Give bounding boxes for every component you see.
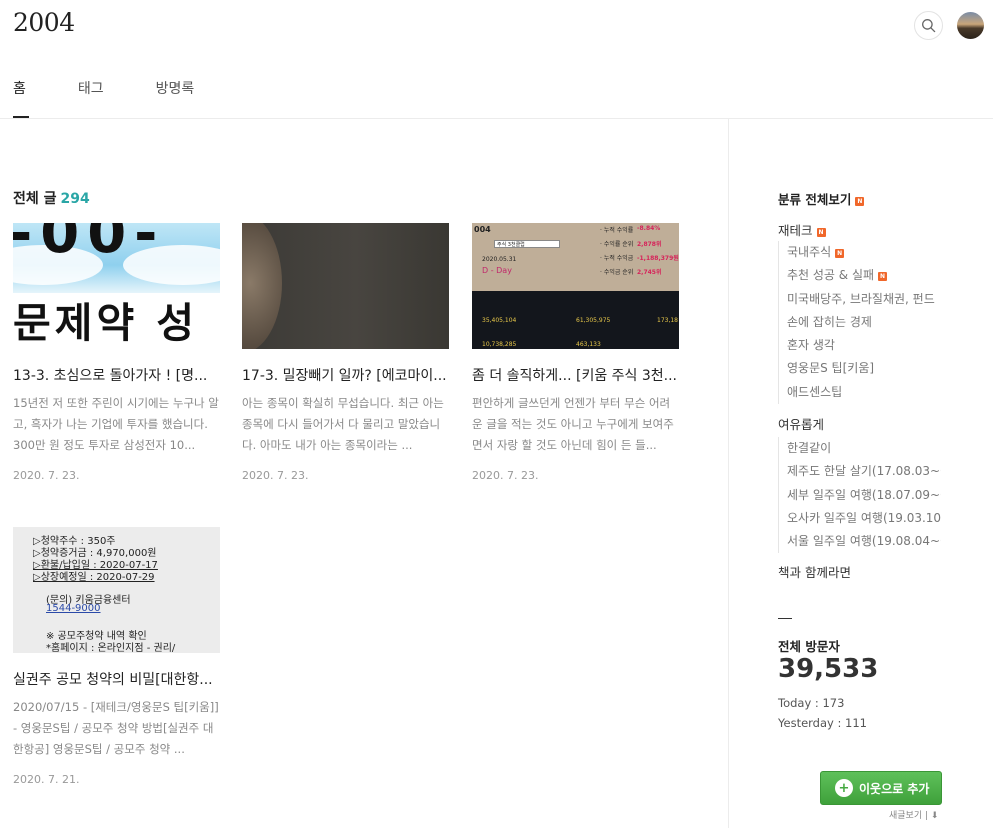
category-all-label: 분류 전체보기 [778, 192, 852, 207]
category-item[interactable]: 영웅문S 팁[키움] [779, 357, 941, 380]
category-item[interactable]: 서울 일주일 여행(19.08.04~0.. [779, 530, 941, 553]
thumb-row-label: · 누적 수익금 [600, 255, 634, 262]
post-summary[interactable]: 15년전 저 또한 주린이 시기에는 누구나 알고, 흑자가 나는 기업에 투자… [13, 393, 220, 456]
search-button[interactable] [914, 11, 943, 40]
category-group-books[interactable]: 책과 함께라면 [778, 562, 851, 581]
post-summary[interactable]: 편안하게 글쓰던게 언젠가 부터 무슨 어려운 글을 적는 것도 아니고 누구에… [472, 393, 679, 456]
thumb-date: 2020.05.31 [482, 256, 517, 263]
category-item-label: 국내주식 [787, 245, 832, 259]
category-item[interactable]: 추천 성공 & 실패 N [779, 264, 941, 287]
subscribe-link[interactable]: 새글보기 | ⬇ [889, 808, 938, 821]
tab-divider [0, 118, 993, 119]
category-item[interactable]: 세부 일주일 여행(18.07.09~0.. [779, 484, 941, 507]
category-item[interactable]: 국내주식 N [779, 241, 941, 264]
thumb-row-label: · 누적 수익률 [600, 227, 634, 234]
post-date: 2020. 7. 23. [242, 469, 309, 482]
post-thumbnail[interactable]: ▷청약주수 : 350주 ▷청약증거금 : 4,970,000원 ▷환불/납입일… [13, 527, 220, 653]
post-date: 2020. 7. 23. [13, 469, 80, 482]
post-summary[interactable]: 아는 종목이 확실히 무섭습니다. 최근 아는 종목에 다시 들어가서 다 물리… [242, 393, 449, 456]
category-item[interactable]: 미국배당주, 브라질채권, 펀드 [779, 288, 941, 311]
category-item[interactable]: 애드센스팁 [779, 381, 941, 404]
site-title[interactable]: 2004 [13, 8, 75, 37]
post-thumbnail[interactable]: 004 주식 3천클럽 2020.05.31 D - Day · 누적 수익률 … [472, 223, 679, 349]
tab-home[interactable]: 홈 [13, 78, 29, 118]
thumb-year: 004 [474, 225, 491, 234]
visitor-label: 전체 방문자 [778, 639, 840, 654]
visitor-yesterday: Yesterday : 111 [778, 716, 867, 730]
category-item[interactable]: 혼자 생각 [779, 334, 941, 357]
add-person-icon: + [835, 779, 853, 797]
category-group-leisure[interactable]: 여유롭게 [778, 414, 824, 433]
post-title[interactable]: 13-3. 초심으로 돌아가자 ! [명... [13, 365, 220, 385]
post-summary[interactable]: 2020/07/15 - [재테크/영웅문S 팁[키움]] - 영웅문S팁 / … [13, 697, 220, 760]
thumb-value: 61,305,975 [576, 317, 611, 324]
category-group-label: 재테크 [778, 223, 813, 238]
post-thumbnail[interactable] [242, 223, 449, 349]
tab-guestbook[interactable]: 방명록 [156, 78, 195, 118]
category-all-link[interactable]: 분류 전체보기 N [778, 189, 865, 208]
thumb-dday: D - Day [482, 266, 512, 275]
thumb-row-label: · 수익률 순위 [600, 241, 634, 248]
search-icon [922, 19, 936, 33]
post-thumbnail[interactable]: -00- 문제약 성 [13, 223, 220, 349]
thumb-value: 173,18 [657, 317, 678, 324]
thumb-row-value: -1,188,379원 [637, 255, 679, 262]
post-title[interactable]: 17-3. 밀장빼기 일까? [에코마이... [242, 365, 449, 385]
category-sublist: 국내주식 N 추천 성공 & 실패 N 미국배당주, 브라질채권, 펀드 손에 잡히… [778, 241, 941, 405]
tab-tags[interactable]: 태그 [78, 78, 104, 118]
thumb-row-value: 2,745위 [637, 269, 662, 276]
add-neighbor-button[interactable]: + 이웃으로 추가 [820, 771, 942, 805]
category-sublist: 한결같이 제주도 한달 살기(17.08.03~0.. 세부 일주일 여행(18… [778, 437, 941, 554]
new-badge: N [835, 249, 845, 258]
post-title[interactable]: 실권주 공모 청약의 비밀[대한항... [13, 669, 220, 689]
thumb-value: 35,405,104 [482, 317, 517, 324]
thumb-select-label: 주식 3천클럽 [497, 242, 525, 248]
category-item[interactable]: 제주도 한달 살기(17.08.03~0.. [779, 460, 941, 483]
thumb-row-value: 2,878위 [637, 241, 662, 248]
visitor-divider [778, 618, 792, 619]
category-item[interactable]: 오사카 일주일 여행(19.03.10.. [779, 507, 941, 530]
thumb-line: 1544-9000 [46, 603, 101, 614]
thumb-value: 463,133 [576, 341, 601, 348]
thumb-dark-panel: 35,405,104 61,305,975 173,18 10,738,285 … [472, 291, 679, 349]
category-item[interactable]: 한결같이 [779, 437, 941, 460]
main-tabs: 홈 태그 방명록 [13, 78, 246, 119]
category-group-finance[interactable]: 재테크 N [778, 220, 826, 239]
visitor-today: Today : 173 [778, 696, 845, 710]
thumb-line: *홈페이지 : 온라인지점 - 권리/ [46, 643, 176, 653]
thumb-line: ▷상장예정일 : 2020-07-29 [33, 572, 155, 583]
new-badge: N [816, 228, 826, 237]
post-card[interactable]: 17-3. 밀장빼기 일까? [에코마이... 아는 종목이 확실히 무섭습니다… [242, 223, 449, 482]
new-badge: N [878, 272, 888, 282]
category-item-label: 추천 성공 & 실패 [787, 268, 875, 283]
category-item[interactable]: 손에 잡히는 경제 [779, 311, 941, 334]
avatar[interactable] [957, 12, 984, 39]
post-date: 2020. 7. 23. [472, 469, 539, 482]
new-badge: N [855, 197, 865, 206]
thumb-value: 10,738,285 [482, 341, 517, 348]
thumb-row-label: · 수익금 순위 [600, 269, 634, 276]
thumb-word: 문제약 성 [13, 299, 199, 347]
post-count-label: 전체 글 [13, 191, 57, 207]
post-card[interactable]: 004 주식 3천클럽 2020.05.31 D - Day · 누적 수익률 … [472, 223, 679, 482]
thumb-big-text: -00- [13, 223, 166, 266]
post-card[interactable]: ▷청약주수 : 350주 ▷청약증거금 : 4,970,000원 ▷환불/납입일… [13, 527, 220, 786]
add-neighbor-label: 이웃으로 추가 [859, 781, 930, 796]
post-date: 2020. 7. 21. [13, 773, 80, 786]
visitor-total: 39,533 [778, 654, 879, 684]
thumb-face [242, 223, 282, 349]
post-title[interactable]: 좀 더 솔직하게... [키움 주식 3천... [472, 365, 679, 385]
post-card[interactable]: -00- 문제약 성 13-3. 초심으로 돌아가자 ! [명... 15년전 … [13, 223, 220, 482]
post-count-heading: 전체 글 294 [13, 188, 90, 208]
sidebar-divider [728, 118, 729, 828]
post-count-number: 294 [60, 191, 90, 207]
thumb-row-value: -8.84% [637, 225, 661, 232]
